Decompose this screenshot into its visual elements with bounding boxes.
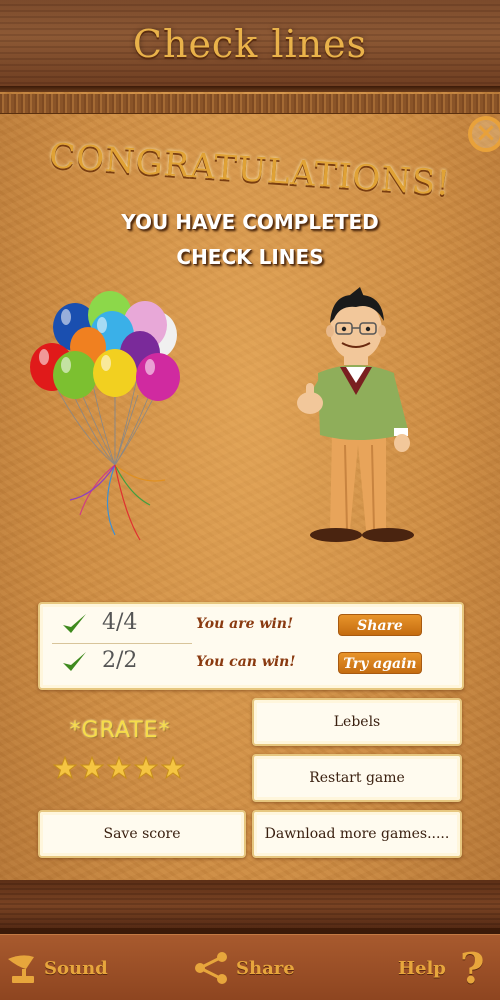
- save-score-button[interactable]: Save score: [38, 810, 246, 858]
- question-mark-icon: ?: [459, 943, 485, 993]
- star-icon: [134, 756, 158, 780]
- results-panel: 4/4 You are win! Share 2/2 You can win! …: [38, 602, 464, 690]
- gramophone-icon: [8, 955, 34, 983]
- header-bar: Check lines: [0, 0, 500, 92]
- checkmark-icon: [63, 614, 86, 633]
- star-icon: [80, 756, 104, 780]
- close-button[interactable]: ×: [468, 116, 500, 152]
- balloons-illustration: [30, 291, 180, 541]
- star-rating: [53, 756, 203, 786]
- result-message: You are win!: [196, 616, 294, 632]
- download-more-games-button[interactable]: Dawnload more games.....: [252, 810, 462, 858]
- sound-button[interactable]: Sound: [4, 935, 108, 1000]
- sound-label: Sound: [44, 957, 108, 979]
- row-divider: [52, 643, 192, 644]
- result-score: 4/4: [102, 610, 138, 635]
- share-label: Share: [236, 957, 295, 979]
- levels-button[interactable]: Lebels: [252, 698, 462, 746]
- result-message: You can win!: [196, 654, 296, 670]
- close-icon: ×: [475, 118, 497, 148]
- result-row: 4/4 You are win! Share: [40, 608, 462, 642]
- restart-game-button[interactable]: Restart game: [252, 754, 462, 802]
- decorative-strip: [0, 94, 500, 114]
- star-icon: [161, 756, 185, 780]
- share-button[interactable]: Share: [192, 935, 295, 1000]
- share-result-button[interactable]: Share: [338, 614, 422, 636]
- try-again-button[interactable]: Try again: [338, 652, 422, 674]
- star-icon: [107, 756, 131, 780]
- completed-text-line2: CHECK LINES: [176, 245, 324, 269]
- result-score: 2/2: [102, 648, 138, 673]
- help-label: Help: [398, 957, 446, 979]
- footer-wood-panel: [0, 880, 500, 930]
- footer-bar: Sound Share Help ?: [0, 934, 500, 1000]
- rating-label: *GRATE*: [69, 718, 171, 743]
- game-screen: Check lines × CONGRATULATIONS! YOU HAVE …: [0, 0, 500, 1000]
- completed-text-line1: YOU HAVE COMPLETED: [121, 210, 379, 234]
- help-button[interactable]: Help ?: [392, 935, 485, 1000]
- star-icon: [53, 756, 77, 780]
- congratulations-heading: CONGRATULATIONS!: [47, 136, 453, 204]
- thumbs-up-character: [297, 287, 414, 542]
- checkmark-icon: [63, 652, 86, 671]
- result-row: 2/2 You can win! Try again: [40, 646, 462, 680]
- app-title: Check lines: [132, 22, 368, 66]
- share-icon: [195, 952, 227, 984]
